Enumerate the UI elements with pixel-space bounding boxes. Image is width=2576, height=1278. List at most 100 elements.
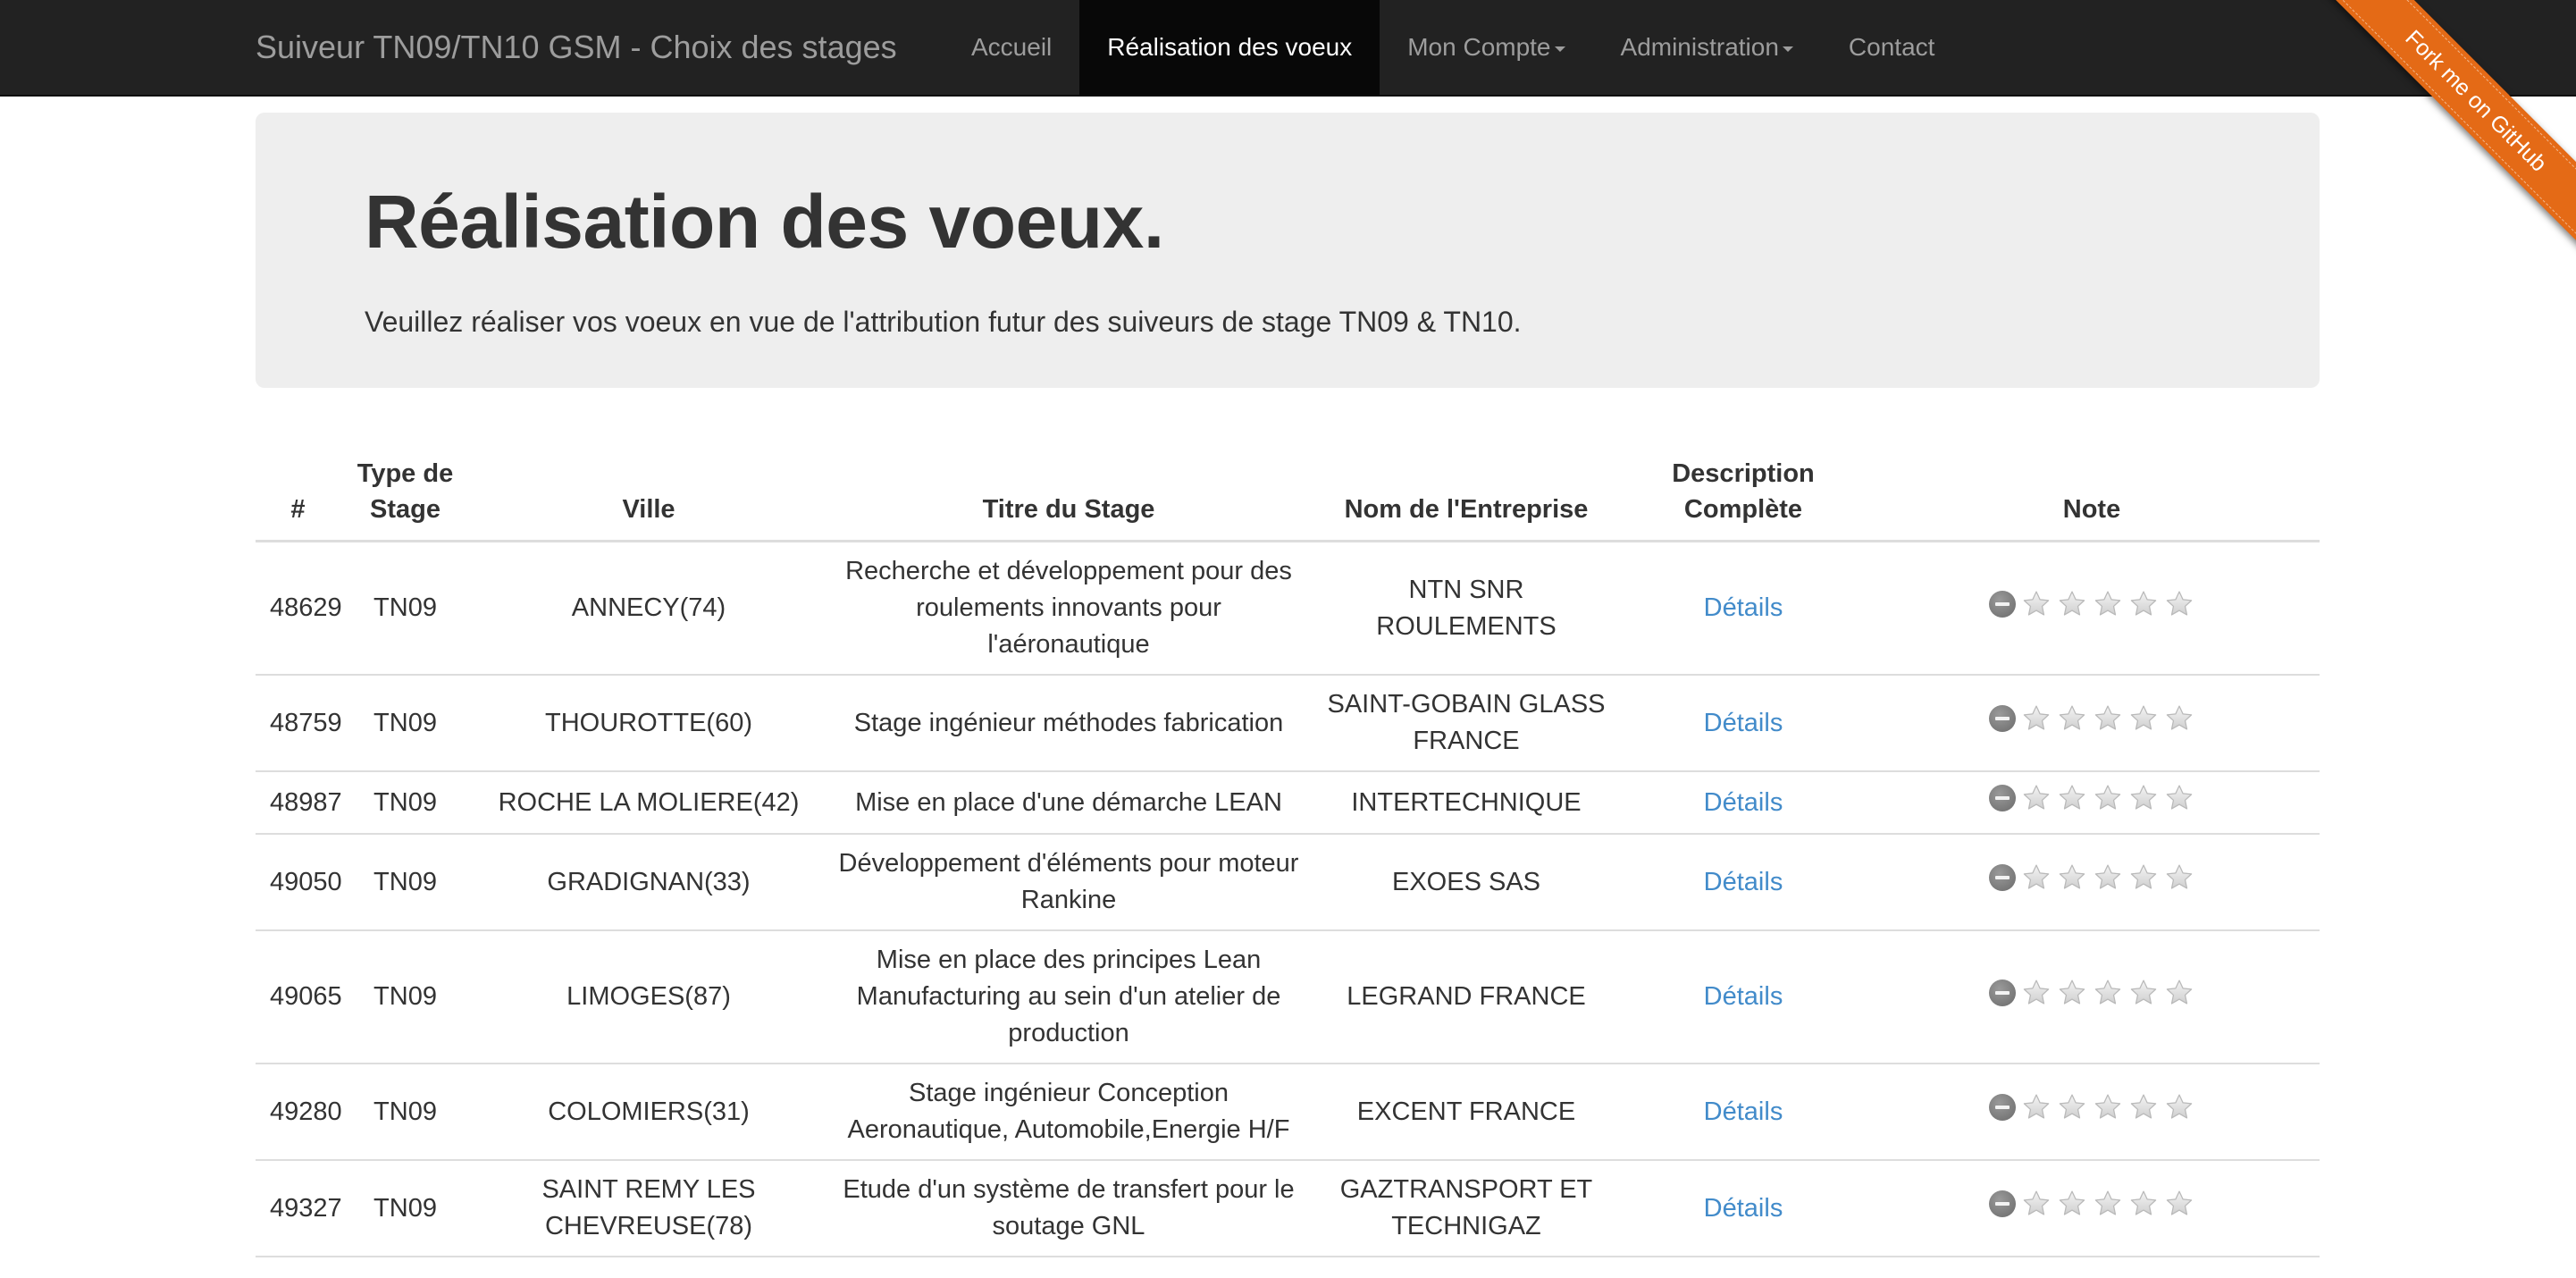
cancel-rating-icon[interactable] [1989,785,2016,811]
star-icon[interactable] [2021,978,2052,1008]
star-icon[interactable] [2093,978,2123,1008]
cell-titre: Mise en place d'une démarche LEAN [827,771,1310,835]
cell-entreprise: INTERTECHNIQUE [1310,771,1623,835]
cell-details: Détails [1623,1160,1864,1257]
table-row: 49065 TN09 LIMOGES(87) Mise en place des pr… [256,930,2320,1064]
jumbotron: Réalisation des voeux. Veuillez réaliser… [256,113,2320,388]
star-icon[interactable] [2021,703,2052,734]
nav-item-accueil[interactable]: Accueil [944,0,1079,95]
details-link[interactable]: Détails [1704,788,1783,817]
star-icon[interactable] [2057,703,2087,734]
table-header-row: # Type de Stage Ville Titre du Stage Nom… [256,447,2320,542]
star-rating [1989,862,2194,893]
nav-item-contact[interactable]: Contact [1821,0,1963,95]
details-link[interactable]: Détails [1704,1097,1783,1126]
star-icon[interactable] [2093,862,2123,893]
cancel-rating-icon[interactable] [1989,979,2016,1006]
cell-id: 49280 [256,1064,342,1161]
nav-item-realisation-des-voeux[interactable]: Réalisation des voeux [1079,0,1380,95]
cell-titre: Stage ingénieur méthodes fabrication [827,675,1310,772]
star-icon[interactable] [2021,783,2052,813]
cell-entreprise: SAINT-GOBAIN GLASS FRANCE [1310,675,1623,772]
nav-item-administration[interactable]: Administration [1593,0,1821,95]
star-icon[interactable] [2021,589,2052,619]
star-icon[interactable] [2164,1189,2194,1219]
details-link[interactable]: Détails [1704,709,1783,737]
cell-details: Détails [1623,771,1864,835]
star-icon[interactable] [2128,783,2159,813]
cancel-rating-icon[interactable] [1989,1094,2016,1121]
star-icon[interactable] [2128,1189,2159,1219]
cell-type: TN09 [340,1160,470,1257]
star-icon[interactable] [2164,703,2194,734]
star-icon[interactable] [2057,978,2087,1008]
star-icon[interactable] [2093,783,2123,813]
cell-ville: ROCHE LA MOLIERE(42) [470,771,827,835]
cancel-rating-icon[interactable] [1989,1190,2016,1217]
cell-type: TN09 [340,1064,470,1161]
star-rating [1989,978,2194,1008]
cell-id: 48629 [256,541,342,676]
star-icon[interactable] [2128,862,2159,893]
details-link[interactable]: Détails [1704,868,1783,896]
table-row: 48759 TN09 THOUROTTE(60) Stage ingénieur mé… [256,675,2320,772]
star-icon[interactable] [2057,862,2087,893]
nav-item-mon-compte[interactable]: Mon Compte [1380,0,1592,95]
cell-note [1864,1160,2320,1257]
nav-label: Réalisation des voeux [1107,33,1353,61]
nav-label: Mon Compte [1407,33,1551,61]
page-description: Veuillez réaliser vos voeux en vue de l'… [365,306,1522,338]
star-rating [1989,589,2194,619]
star-icon[interactable] [2093,589,2123,619]
star-icon[interactable] [2021,1189,2052,1219]
star-icon[interactable] [2021,1092,2052,1122]
table-row: 49280 TN09 COLOMIERS(31) Stage ingénieur Co… [256,1064,2320,1161]
star-icon[interactable] [2021,862,2052,893]
star-rating [1989,1189,2194,1219]
github-ribbon-container: Fork me on GitHub [2317,0,2576,259]
cell-entreprise: EXCENT FRANCE [1310,1064,1623,1161]
cell-note [1864,1064,2320,1161]
header-note: Note [1864,447,2320,542]
cell-type: TN09 [340,541,470,676]
table-row: 48987 TN09 ROCHE LA MOLIERE(42) Mise en pla… [256,771,2320,835]
star-icon[interactable] [2057,1092,2087,1122]
star-icon[interactable] [2164,978,2194,1008]
cell-ville: GRADIGNAN(33) [470,834,827,931]
star-icon[interactable] [2128,978,2159,1008]
cell-ville: ANNECY(74) [470,541,827,676]
cell-id: 48987 [256,771,342,835]
cell-note [1864,930,2320,1064]
cell-entreprise: LEGRAND FRANCE [1310,930,1623,1064]
cell-ville: THOUROTTE(60) [470,675,827,772]
star-icon[interactable] [2128,1092,2159,1122]
star-icon[interactable] [2164,1092,2194,1122]
details-link[interactable]: Détails [1704,1194,1783,1223]
cancel-rating-icon[interactable] [1989,705,2016,732]
cell-details: Détails [1623,1064,1864,1161]
fork-me-ribbon[interactable]: Fork me on GitHub [2317,0,2576,259]
star-icon[interactable] [2057,589,2087,619]
details-link[interactable]: Détails [1704,593,1783,622]
star-rating [1989,703,2194,734]
cell-details: Détails [1623,541,1864,676]
star-rating [1989,1092,2194,1122]
star-icon[interactable] [2093,703,2123,734]
cell-titre: Stage ingénieur Conception Aeronautique,… [827,1064,1310,1161]
star-icon[interactable] [2057,1189,2087,1219]
cell-note [1864,541,2320,676]
cell-titre: Mise en place des principes Lean Manufac… [827,930,1310,1064]
details-link[interactable]: Détails [1704,982,1783,1011]
star-icon[interactable] [2128,703,2159,734]
nav-label: Administration [1620,33,1779,61]
navbar-brand[interactable]: Suiveur TN09/TN10 GSM - Choix des stages [256,0,897,95]
star-icon[interactable] [2093,1189,2123,1219]
cancel-rating-icon[interactable] [1989,590,2016,618]
star-icon[interactable] [2164,862,2194,893]
star-icon[interactable] [2164,783,2194,813]
star-icon[interactable] [2057,783,2087,813]
star-icon[interactable] [2128,589,2159,619]
star-icon[interactable] [2164,589,2194,619]
star-icon[interactable] [2093,1092,2123,1122]
cancel-rating-icon[interactable] [1989,864,2016,891]
